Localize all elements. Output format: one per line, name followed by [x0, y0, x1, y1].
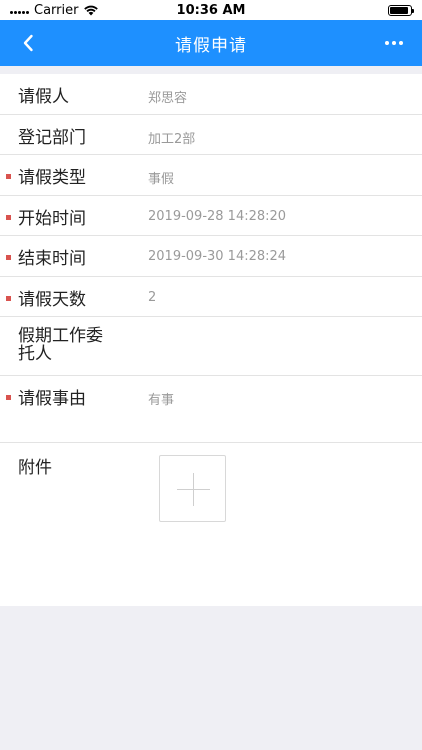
- end-time-value: 2019-09-30 14:28:24: [148, 249, 287, 264]
- form-row-reason[interactable]: 请假事由 有事: [0, 376, 422, 443]
- department-label: 登记部门: [18, 127, 86, 148]
- days-value: 2: [148, 289, 157, 305]
- requester-label: 请假人: [18, 87, 69, 107]
- add-attachment-button[interactable]: [159, 455, 226, 522]
- carrier-name: Carrier: [34, 2, 79, 18]
- reason-label: 请假事由: [18, 389, 86, 409]
- form-row-start-time[interactable]: 开始时间 2019-09-28 14:28:20: [0, 196, 422, 236]
- required-marker-icon: [6, 174, 11, 179]
- delegate-label: 假期工作委托人: [18, 326, 103, 364]
- form-container: 请假人 郑思容 登记部门 加工2部 请假类型 事假 开始时间 2019-09-2…: [0, 66, 422, 606]
- battery-icon: [388, 4, 414, 16]
- required-marker-icon: [6, 295, 11, 301]
- start-time-label: 开始时间: [18, 208, 86, 229]
- form-row-attachment: 附件: [0, 443, 422, 606]
- top-spacer: [0, 66, 422, 74]
- leave-type-label: 请假类型: [18, 168, 86, 188]
- chevron-left-icon: [23, 34, 33, 52]
- attachment-label: 附件: [18, 458, 52, 478]
- required-marker-icon: [6, 214, 11, 220]
- status-right: [388, 4, 414, 16]
- leave-type-value: 事假: [148, 172, 175, 187]
- start-time-value: 2019-09-28 14:28:20: [148, 208, 287, 224]
- required-marker-icon: [6, 255, 11, 260]
- form-row-leave-type[interactable]: 请假类型 事假: [0, 155, 422, 196]
- form-row-end-time[interactable]: 结束时间 2019-09-30 14:28:24: [0, 236, 422, 277]
- more-dots-icon: [385, 41, 389, 45]
- signal-icon: [10, 6, 29, 14]
- reason-value[interactable]: 有事: [148, 389, 174, 408]
- required-marker-icon: [6, 395, 11, 400]
- more-button[interactable]: [374, 20, 414, 66]
- status-left: Carrier: [10, 3, 99, 18]
- form-row-requester[interactable]: 请假人 郑思容: [0, 74, 422, 115]
- department-value: 加工2部: [148, 131, 196, 147]
- status-bar: Carrier 10:36 AM: [0, 0, 422, 20]
- form-row-delegate[interactable]: 假期工作委托人: [0, 317, 422, 376]
- days-label: 请假天数: [18, 289, 86, 310]
- nav-bar: 请假申请: [0, 20, 422, 66]
- back-button[interactable]: [8, 20, 48, 66]
- wifi-icon: [84, 5, 99, 16]
- page-title: 请假申请: [175, 35, 247, 56]
- form-row-department[interactable]: 登记部门 加工2部: [0, 115, 422, 155]
- requester-value: 郑思容: [148, 91, 188, 106]
- leave-form: 请假人 郑思容 登记部门 加工2部 请假类型 事假 开始时间 2019-09-2…: [0, 74, 422, 606]
- end-time-label: 结束时间: [18, 249, 86, 269]
- form-row-days[interactable]: 请假天数 2: [0, 277, 422, 317]
